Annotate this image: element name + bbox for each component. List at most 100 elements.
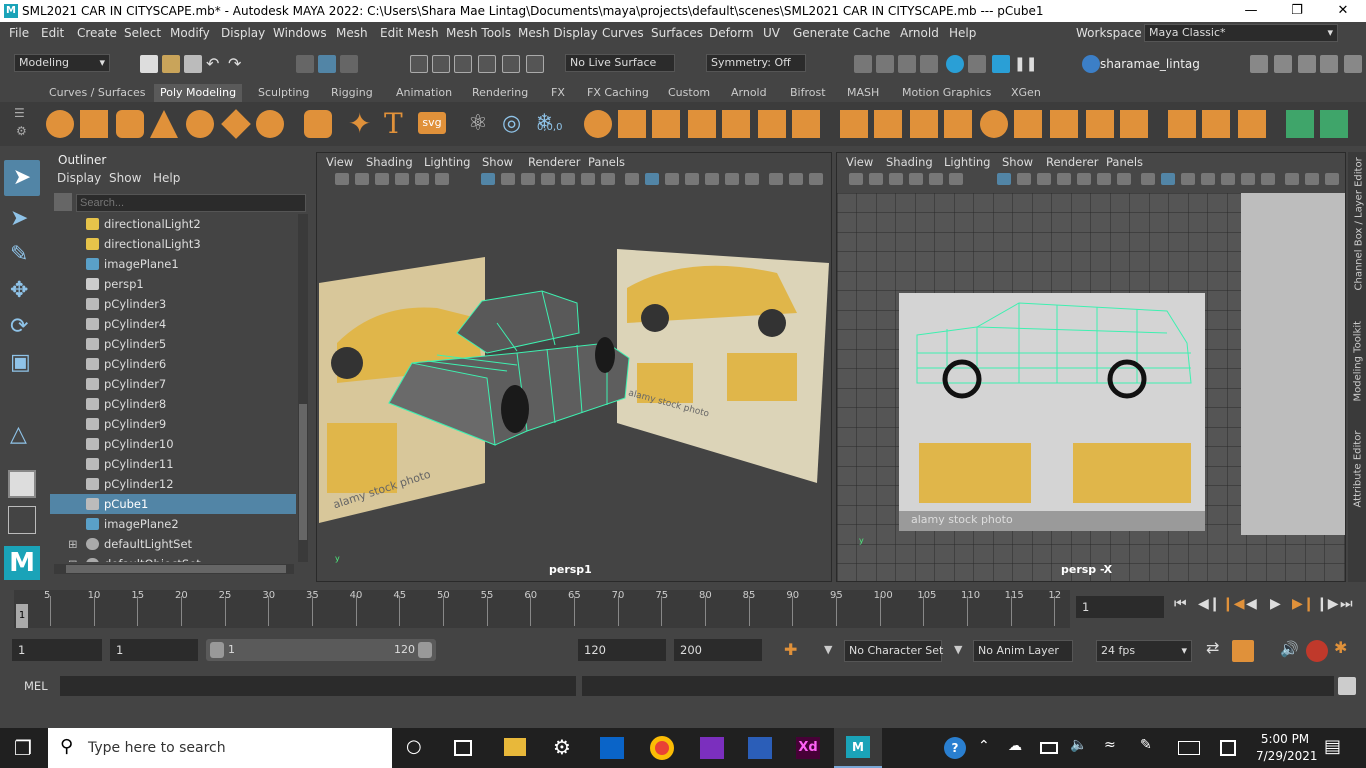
light-editor-icon[interactable] xyxy=(992,55,1010,73)
outliner-item[interactable]: ⊞ defaultLightSet xyxy=(50,534,296,554)
camera-attributes-icon[interactable] xyxy=(355,173,369,185)
menu-edit[interactable]: Edit xyxy=(41,26,64,40)
uv-layout-icon[interactable] xyxy=(1320,110,1348,138)
windows-start-icon[interactable]: ❐ xyxy=(14,736,32,760)
menu-create[interactable]: Create xyxy=(77,26,117,40)
wifi-icon[interactable]: ≈ xyxy=(1104,737,1116,753)
viewport-persp1[interactable]: View Shading Lighting Show Renderer Pane… xyxy=(316,152,832,582)
hypershade-icon[interactable] xyxy=(946,55,964,73)
range-end-handle[interactable] xyxy=(418,642,432,658)
outliner-scroll-thumb[interactable] xyxy=(299,404,307,540)
tool-settings-icon[interactable] xyxy=(1320,55,1338,73)
grid-toggle-icon[interactable] xyxy=(997,173,1011,185)
snap-surface-icon[interactable] xyxy=(502,55,520,73)
shelf-tab-arnold[interactable]: Arnold xyxy=(731,86,767,99)
menu-generate[interactable]: Generate xyxy=(793,26,849,40)
render-setup-icon[interactable] xyxy=(968,55,986,73)
outliner-item[interactable]: pCylinder9 xyxy=(50,414,296,434)
quad-draw-icon[interactable] xyxy=(944,110,972,138)
mel-label[interactable]: MEL xyxy=(24,679,48,693)
expand-icon[interactable]: ⊞ xyxy=(68,534,78,554)
outliner-item[interactable]: pCylinder3 xyxy=(50,294,296,314)
shelf-tab-fx[interactable]: FX xyxy=(551,86,565,99)
pause-icon[interactable]: ❚❚ xyxy=(1014,55,1037,73)
render-view-icon[interactable] xyxy=(854,55,872,73)
rotate-tool-icon[interactable]: ⟳ xyxy=(10,314,28,339)
wedge-icon[interactable] xyxy=(1086,110,1114,138)
volume-icon[interactable]: 🔈 xyxy=(1070,737,1087,753)
menu-modify[interactable]: Modify xyxy=(170,26,210,40)
snap-point-icon[interactable] xyxy=(454,55,472,73)
display-icon[interactable] xyxy=(1220,740,1236,756)
mirror-icon[interactable] xyxy=(652,110,680,138)
shelf-tab-xgen[interactable]: XGen xyxy=(1011,86,1041,99)
character-set-dropdown[interactable]: No Character Set xyxy=(844,640,943,662)
outliner-menu-help[interactable]: Help xyxy=(153,171,180,185)
playback-start-field[interactable]: 1 xyxy=(110,639,198,661)
ipr-render-icon[interactable] xyxy=(898,55,916,73)
outliner-item[interactable]: pCube1 xyxy=(50,494,296,514)
close-button[interactable]: ✕ xyxy=(1320,0,1366,22)
shelf-tab-curves-surfaces[interactable]: Curves / Surfaces xyxy=(49,86,146,99)
select-component-icon[interactable] xyxy=(340,55,358,73)
time-slider[interactable]: 1 5 10 15 20 25 30 35 40 45 50 55 60 65 70 75 80 85 90 95 1… xyxy=(0,586,1366,630)
current-frame-field[interactable]: 1 xyxy=(1076,596,1164,618)
viewport-persp-x[interactable]: View Shading Lighting Show Renderer Pane… xyxy=(836,152,1346,582)
user-account-icon[interactable] xyxy=(1082,55,1100,73)
menu-curves[interactable]: Curves xyxy=(602,26,644,40)
vp2-menu-renderer[interactable]: Renderer xyxy=(1046,155,1099,169)
poly-cube-icon[interactable] xyxy=(80,110,108,138)
sculpt-icon[interactable] xyxy=(1168,110,1196,138)
outliner-item[interactable]: pCylinder6 xyxy=(50,354,296,374)
clock-time[interactable]: 5:00 PM xyxy=(1260,732,1310,746)
fill-hole-icon[interactable] xyxy=(1014,110,1042,138)
tab-attribute-editor[interactable]: Attribute Editor xyxy=(1353,420,1364,508)
menu-surfaces[interactable]: Surfaces xyxy=(651,26,703,40)
maya-taskbar-button[interactable]: M xyxy=(834,728,882,768)
menu-mesh-display[interactable]: Mesh Display xyxy=(518,26,598,40)
resolution-gate-icon[interactable] xyxy=(521,173,535,185)
step-forward-icon[interactable]: ❙▶ xyxy=(1316,596,1339,612)
gate-mask-icon[interactable] xyxy=(541,173,555,185)
symmetry-dropdown[interactable]: Symmetry: Off xyxy=(706,54,806,72)
outliner-scrollbar[interactable] xyxy=(298,214,308,562)
distance-tool-icon[interactable]: ◎ xyxy=(502,110,530,138)
snap-grid-icon[interactable] xyxy=(410,55,428,73)
resolution-gate-icon[interactable] xyxy=(1037,173,1051,185)
shelf-settings-icon[interactable]: ⚙ xyxy=(16,124,27,138)
save-scene-icon[interactable] xyxy=(184,55,202,73)
outliner-item[interactable]: pCylinder4 xyxy=(50,314,296,334)
last-tool-icon[interactable]: △ xyxy=(10,422,27,447)
playback-end-field[interactable]: 120 xyxy=(578,639,666,661)
script-editor-icon[interactable] xyxy=(1338,677,1356,695)
outliner-item[interactable]: pCylinder11 xyxy=(50,454,296,474)
outliner-item[interactable]: pCylinder7 xyxy=(50,374,296,394)
modeling-toolkit-icon[interactable] xyxy=(1250,55,1268,73)
svg-icon[interactable]: svg xyxy=(418,112,446,134)
poly-plane-icon[interactable] xyxy=(221,109,251,139)
safe-title-icon[interactable] xyxy=(1117,173,1131,185)
uv-editor-icon[interactable] xyxy=(1286,110,1314,138)
anim-layer-dropdown[interactable]: No Anim Layer xyxy=(973,640,1073,662)
keyboard-icon[interactable] xyxy=(1178,741,1200,755)
expand-icon[interactable]: ⊞ xyxy=(68,554,78,562)
menu-display[interactable]: Display xyxy=(221,26,265,40)
safe-action-icon[interactable] xyxy=(581,173,595,185)
time-ruler[interactable]: 1 5 10 15 20 25 30 35 40 45 50 55 60 65 70 75 80 85 90 95 1… xyxy=(14,590,1070,628)
smooth-shade-icon[interactable] xyxy=(1161,173,1175,185)
menu-edit-mesh[interactable]: Edit Mesh xyxy=(380,26,439,40)
gate-mask-icon[interactable] xyxy=(1057,173,1071,185)
field-chart-icon[interactable] xyxy=(1077,173,1091,185)
vp2-menu-view[interactable]: View xyxy=(846,155,873,169)
menu-file[interactable]: File xyxy=(9,26,29,40)
play-forward-icon[interactable]: ▶ xyxy=(1270,596,1281,612)
vp1-menu-show[interactable]: Show xyxy=(482,155,513,169)
bridge-icon[interactable] xyxy=(758,110,786,138)
shelf-tab-animation[interactable]: Animation xyxy=(396,86,452,99)
menu-select[interactable]: Select xyxy=(124,26,161,40)
shelf-menu-icon[interactable]: ☰ xyxy=(14,106,25,120)
two-d-pan-icon[interactable] xyxy=(929,173,943,185)
redo-icon[interactable]: ↷ xyxy=(228,55,246,73)
vp1-menu-shading[interactable]: Shading xyxy=(366,155,413,169)
target-weld-icon[interactable] xyxy=(874,110,902,138)
